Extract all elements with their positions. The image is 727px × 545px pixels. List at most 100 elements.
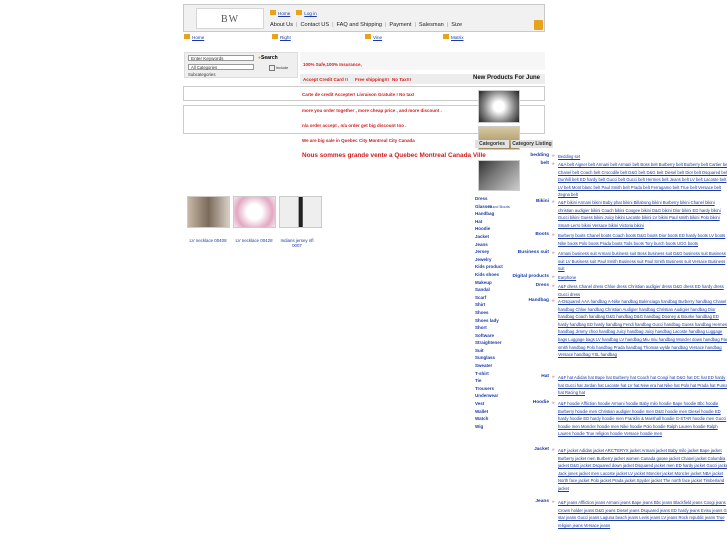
product-image[interactable]	[478, 160, 520, 191]
listing-items[interactable]: Armani business suit Armani business sui…	[558, 250, 727, 273]
sidebar-item[interactable]: Suit	[475, 347, 509, 355]
sidebar-item[interactable]: Wallet	[475, 408, 509, 416]
listing-category-label[interactable]: Hoodie	[533, 400, 549, 405]
listing-category-label[interactable]: Bikini	[536, 199, 549, 204]
sidebar-item[interactable]: Shoes lady	[475, 317, 509, 325]
listing-items[interactable]: A&F dress Chanel dress Chloe dress Chris…	[558, 283, 727, 298]
listing-category-label[interactable]: Handbag	[528, 298, 549, 303]
site-logo[interactable]: BW	[196, 8, 264, 29]
page-icon	[443, 34, 449, 39]
nav-payment[interactable]: Payment	[389, 22, 411, 32]
sidebar-item[interactable]: Wig	[475, 423, 509, 431]
listing-items[interactable]: A-Dsquared AAA handbag A-Nike handbag Ba…	[558, 298, 727, 359]
listing-items[interactable]: Burberry boots Chanel boots Coach boots …	[558, 232, 727, 247]
sidebar-item[interactable]: Jeans	[475, 241, 509, 249]
top-links: Home Log in	[270, 10, 317, 16]
listing-category-label[interactable]: Dress	[536, 283, 549, 288]
safe-text: 100% Safe,100% Insurance,	[303, 62, 362, 67]
listing-items[interactable]: Bedding set	[558, 153, 727, 161]
sidebar-item[interactable]: Software	[475, 332, 509, 340]
category-select[interactable]: All Categories	[188, 64, 254, 70]
sidebar-item[interactable]: Jersey	[475, 248, 509, 256]
arrow-icon: »	[552, 274, 555, 279]
sidebar-item[interactable]: Sunglass	[475, 354, 509, 362]
sidebar-item[interactable]: Sandal	[475, 286, 509, 294]
listing-items[interactable]: A&F bikini Armani bikini Baby phat bikin…	[558, 199, 727, 229]
arrow-icon: »	[552, 447, 555, 452]
include-checkbox[interactable]: Include	[269, 65, 288, 71]
sidebar-item[interactable]: Sweater	[475, 362, 509, 370]
product-caption[interactable]: LV necklace 00408	[184, 238, 232, 243]
sidebar-item[interactable]: Hoodie	[475, 225, 509, 233]
sidebar-item[interactable]: Shirt	[475, 301, 509, 309]
page-link-right[interactable]: Right	[272, 34, 291, 40]
product-image[interactable]	[233, 196, 276, 228]
sidebar-item[interactable]: Scarf	[475, 294, 509, 302]
page-icon	[272, 34, 278, 39]
listing-items[interactable]: A&F hat Adidas hat Bape hat Burberry hat…	[558, 374, 727, 397]
product-caption[interactable]: LV necklace 00428	[230, 238, 278, 243]
listing-category-label[interactable]: Jeans	[535, 499, 549, 504]
sidebar-item[interactable]: Straightener	[475, 339, 509, 347]
page-link-vine[interactable]: Vine	[365, 34, 382, 40]
page-icon	[184, 34, 190, 39]
page-link-home[interactable]: Home	[184, 34, 204, 40]
arrow-icon: »	[552, 400, 555, 405]
product-caption[interactable]: Indians jersey nfl 0007	[276, 238, 318, 248]
home-icon	[270, 10, 276, 15]
listing-items[interactable]: A&F jeans Affliction jeans Armani jeans …	[558, 499, 727, 529]
grande-text: Nous sommes grande vente a Quebec Montre…	[302, 152, 486, 159]
listing-category-label[interactable]: bedding	[530, 153, 549, 158]
sidebar-item[interactable]: Short	[475, 324, 509, 332]
listing-category-label[interactable]: Jacket	[534, 447, 549, 452]
sidebar-item[interactable]: Jewelry	[475, 256, 509, 264]
product-image[interactable]	[279, 196, 322, 228]
listing-items[interactable]: A&F jacket Adidas jacket ARC'TERYX jacke…	[558, 447, 727, 493]
cart-icon[interactable]	[534, 20, 543, 30]
sidebar-item[interactable]: T-shirt	[475, 370, 509, 378]
listing-items[interactable]: A&A belt Aigner belt Armani belt Armani …	[558, 161, 727, 199]
tab-category-listing[interactable]: Category Listing	[511, 140, 553, 148]
listing-items[interactable]: Earphone	[558, 274, 727, 282]
sidebar-item[interactable]: Tie	[475, 377, 509, 385]
sidebar-item[interactable]: Kids shoes	[475, 271, 509, 279]
login-link[interactable]: Log in	[296, 10, 317, 16]
listing-category-label[interactable]: Business suit	[518, 250, 549, 255]
listing-category-label[interactable]: belt	[540, 161, 549, 166]
nav-faq[interactable]: FAQ and Shipping	[337, 22, 382, 32]
sidebar-item[interactable]: Makeup	[475, 279, 509, 287]
checkbox-icon[interactable]	[269, 65, 275, 71]
sidebar-item[interactable]: Jacket	[475, 233, 509, 241]
listing-items[interactable]: A&F hoodie Affliction hoodie Armani hood…	[558, 400, 727, 438]
listing-category-label[interactable]: Boots	[535, 232, 549, 237]
arrow-icon: »	[552, 250, 555, 255]
sidebar-item[interactable]: Glasses	[475, 203, 509, 211]
product-image[interactable]	[187, 196, 230, 228]
sidebar-item[interactable]: Underwear	[475, 392, 509, 400]
category-sidebar: Dress Glasses Handbag Hat Hoodie Jacket Jeans J…	[475, 195, 509, 430]
search-input[interactable]: Enter Keywords	[188, 55, 254, 61]
nav-salesman[interactable]: Salesman	[419, 22, 444, 32]
listing-category-label[interactable]: Hat	[541, 374, 549, 379]
sidebar-item[interactable]: Vest	[475, 400, 509, 408]
sidebar-item[interactable]: Watch	[475, 415, 509, 423]
sidebar-item[interactable]: Hat	[475, 218, 509, 226]
sidebar-item[interactable]: Kids product	[475, 263, 509, 271]
sidebar-item[interactable]: Trousers	[475, 385, 509, 393]
sidebar-item[interactable]: Shoes	[475, 309, 509, 317]
nav-size[interactable]: Size	[451, 22, 462, 32]
product-image[interactable]	[478, 90, 520, 123]
search-button[interactable]: ●Search	[258, 55, 278, 61]
sidebar-item[interactable]: Dress	[475, 195, 509, 203]
sidebar-item[interactable]: Handbag	[475, 210, 509, 218]
arrow-icon: »	[552, 199, 555, 204]
arrow-icon: »	[552, 283, 555, 288]
listing-category-label[interactable]: Digital products	[512, 274, 549, 279]
page-link-matrix[interactable]: Matrix	[443, 34, 464, 40]
nav-about[interactable]: About Us	[270, 22, 293, 32]
arrow-icon: »	[552, 232, 555, 237]
tab-categories[interactable]: Categories	[475, 140, 509, 148]
home-link[interactable]: Home	[270, 10, 290, 16]
nav-contact[interactable]: Contact US	[300, 22, 329, 32]
arrow-icon: »	[552, 499, 555, 504]
